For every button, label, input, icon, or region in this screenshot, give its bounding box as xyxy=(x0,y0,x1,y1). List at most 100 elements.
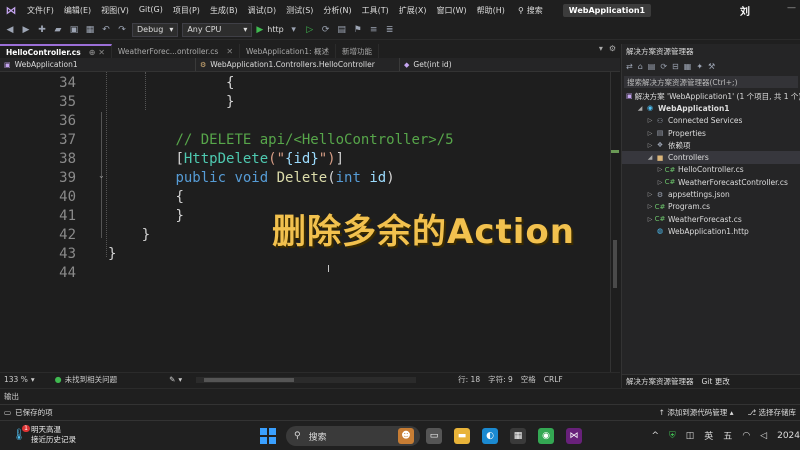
solution-explorer-icon[interactable]: ▤ xyxy=(336,25,348,35)
visual-studio-logo-icon[interactable]: ⋈ xyxy=(0,0,22,20)
properties-icon[interactable]: ✦ xyxy=(696,62,703,71)
expand-arrow-icon[interactable]: ▷ xyxy=(646,191,654,198)
menu-item[interactable]: 扩展(X) xyxy=(394,5,432,16)
expand-arrow-icon[interactable]: ▷ xyxy=(646,216,654,223)
class-dropdown[interactable]: ⚙ WebApplication1.Controllers.HelloContr… xyxy=(196,58,400,71)
menu-item[interactable]: 测试(S) xyxy=(281,5,318,16)
weather-widget[interactable]: 🌡 1 明天高温 接近历史记录 xyxy=(12,425,76,445)
code-line[interactable]: 39 public void Delete(int id) xyxy=(0,169,608,188)
menu-item[interactable]: 窗口(W) xyxy=(432,5,472,16)
tab-git-changes[interactable]: Git 更改 xyxy=(702,376,730,387)
bookmark-icon[interactable]: ⚑ xyxy=(352,25,364,35)
chevron-down-icon[interactable]: ▾ xyxy=(288,25,300,35)
code-line[interactable]: 35} xyxy=(0,93,608,112)
back-icon[interactable]: ◀ xyxy=(4,25,16,35)
code-cleanup-button[interactable]: ✎ ▾ xyxy=(165,375,186,384)
save-all-icon[interactable]: ▦ xyxy=(84,25,96,35)
tree-item[interactable]: ▷ ⚇ Connected Services xyxy=(622,115,800,127)
redo-icon[interactable]: ↷ xyxy=(116,25,128,35)
widgets-icon[interactable]: ☻ xyxy=(398,428,414,444)
tree-item[interactable]: ▷ C# HelloController.cs xyxy=(622,164,800,176)
menu-item[interactable]: 生成(B) xyxy=(205,5,243,16)
line-ending[interactable]: CRLF xyxy=(540,375,567,384)
forward-icon[interactable]: ▶ xyxy=(20,25,32,35)
vertical-scrollbar[interactable] xyxy=(610,72,619,372)
wifi-icon[interactable]: ◠ xyxy=(742,431,750,441)
document-tab[interactable]: WebApplication1: 概述 xyxy=(240,44,336,58)
pending-changes-icon[interactable]: ⟳ xyxy=(660,62,667,71)
windows-start-icon[interactable] xyxy=(260,428,276,444)
menu-item[interactable]: 编辑(E) xyxy=(59,5,96,16)
comment-icon[interactable]: ≡ xyxy=(368,25,380,35)
expand-arrow-icon[interactable]: ▷ xyxy=(656,166,664,173)
tree-item[interactable]: ▷ C# WeatherForecast.cs xyxy=(622,213,800,225)
tree-item[interactable]: ▷ ▤ Properties xyxy=(622,127,800,139)
document-tab[interactable]: 新增功能 xyxy=(336,44,379,58)
chrome-icon[interactable]: ◉ xyxy=(538,428,554,444)
user-avatar[interactable]: 刘 xyxy=(740,3,750,18)
platform-select[interactable]: Any CPU ▾ xyxy=(182,22,253,37)
wrench-icon[interactable]: ⚒ xyxy=(708,62,715,71)
volume-icon[interactable]: ◁ xyxy=(760,431,767,441)
ime-mode[interactable]: 五 xyxy=(723,429,732,442)
switch-views-icon[interactable]: ▤ xyxy=(648,62,656,71)
close-icon[interactable]: ⊕ ✕ xyxy=(89,48,105,57)
expand-arrow-icon[interactable]: ▷ xyxy=(646,130,654,137)
tree-item[interactable]: ▣ 解决方案 'WebApplication1' (1 个项目, 共 1 个) xyxy=(622,90,800,102)
document-tab[interactable]: WeatherForec...ontroller.cs ✕ xyxy=(112,44,241,58)
menu-item[interactable]: 视图(V) xyxy=(96,5,134,16)
show-all-files-icon[interactable]: ▦ xyxy=(684,62,692,71)
security-icon[interactable]: ⛨ xyxy=(669,431,676,441)
minimize-icon[interactable]: — xyxy=(787,3,796,13)
expand-arrow-icon[interactable]: ◢ xyxy=(646,154,654,161)
edge-browser-icon[interactable]: ◐ xyxy=(482,428,498,444)
visual-studio-icon[interactable]: ⋈ xyxy=(566,428,582,444)
code-line[interactable]: 44 xyxy=(0,264,608,283)
code-line[interactable]: 34 { xyxy=(0,74,608,93)
menu-item[interactable]: 调试(D) xyxy=(243,5,281,16)
expand-arrow-icon[interactable]: ▷ xyxy=(646,203,654,210)
code-editor[interactable]: 34{35} 36 37// DELETE api/<HelloController… xyxy=(0,72,620,372)
configuration-select[interactable]: Debug ▾ xyxy=(132,22,179,37)
tab-solution-explorer[interactable]: 解决方案资源管理器 xyxy=(626,376,694,387)
member-dropdown[interactable]: ◆ Get(int id) xyxy=(400,58,610,71)
hot-reload-icon[interactable]: ⟳ xyxy=(320,25,332,35)
menu-item[interactable]: 帮助(H) xyxy=(472,5,510,16)
whitespace-mode[interactable]: 空格 xyxy=(517,374,540,385)
scrollbar-thumb[interactable] xyxy=(613,240,617,288)
store-icon[interactable]: ▦ xyxy=(510,428,526,444)
tree-item[interactable]: ▷ C# WeatherForecastController.cs xyxy=(622,176,800,188)
tree-item[interactable]: ▷ C# Program.cs xyxy=(622,201,800,213)
sync-icon[interactable]: ⇄ xyxy=(626,62,633,71)
add-to-source-control-button[interactable]: ↑ 添加到源代码管理 ▴ xyxy=(659,407,734,418)
uncomment-icon[interactable]: ≣ xyxy=(384,25,396,35)
tree-item[interactable]: ▷ ⚙ appsettings.json xyxy=(622,188,800,200)
code-line[interactable]: 36 xyxy=(0,112,608,131)
code-line[interactable]: 37 // DELETE api/<HelloController>/5 xyxy=(0,131,608,150)
search-box[interactable]: ⚲ 搜索 xyxy=(518,5,543,16)
tree-item[interactable]: ◢ ■ Controllers xyxy=(622,151,800,164)
solution-search-input[interactable]: 搜索解决方案资源管理器(Ctrl+;) xyxy=(624,76,798,88)
open-icon[interactable]: ▰ xyxy=(52,25,64,35)
save-icon[interactable]: ▣ xyxy=(68,25,80,35)
network-icon[interactable]: ◫ xyxy=(686,431,695,441)
run-profile-label[interactable]: http xyxy=(267,25,283,34)
tree-item[interactable]: ◢ ◉ WebApplication1 xyxy=(622,102,800,114)
undo-icon[interactable]: ↶ xyxy=(100,25,112,35)
run-without-debug-icon[interactable]: ▷ xyxy=(304,25,316,35)
file-explorer-icon[interactable]: ▬ xyxy=(454,428,470,444)
expand-arrow-icon[interactable]: ▷ xyxy=(646,142,654,149)
menu-item[interactable]: 项目(P) xyxy=(168,5,205,16)
close-icon[interactable]: ✕ xyxy=(226,47,233,56)
horizontal-scrollbar[interactable] xyxy=(196,376,417,383)
menu-item[interactable]: Git(G) xyxy=(134,5,168,16)
scrollbar-thumb[interactable] xyxy=(204,377,295,382)
clock[interactable]: 2024 xyxy=(777,431,800,441)
new-project-icon[interactable]: ✚ xyxy=(36,25,48,35)
tree-item[interactable]: ◍ WebApplication1.http xyxy=(622,225,800,237)
menu-item[interactable]: 分析(N) xyxy=(318,5,356,16)
run-icon[interactable]: ▶ xyxy=(256,25,263,35)
show-hidden-icons-icon[interactable]: ^ xyxy=(651,431,659,441)
input-language[interactable]: 英 xyxy=(704,429,713,442)
expand-arrow-icon[interactable]: ▷ xyxy=(646,117,654,124)
